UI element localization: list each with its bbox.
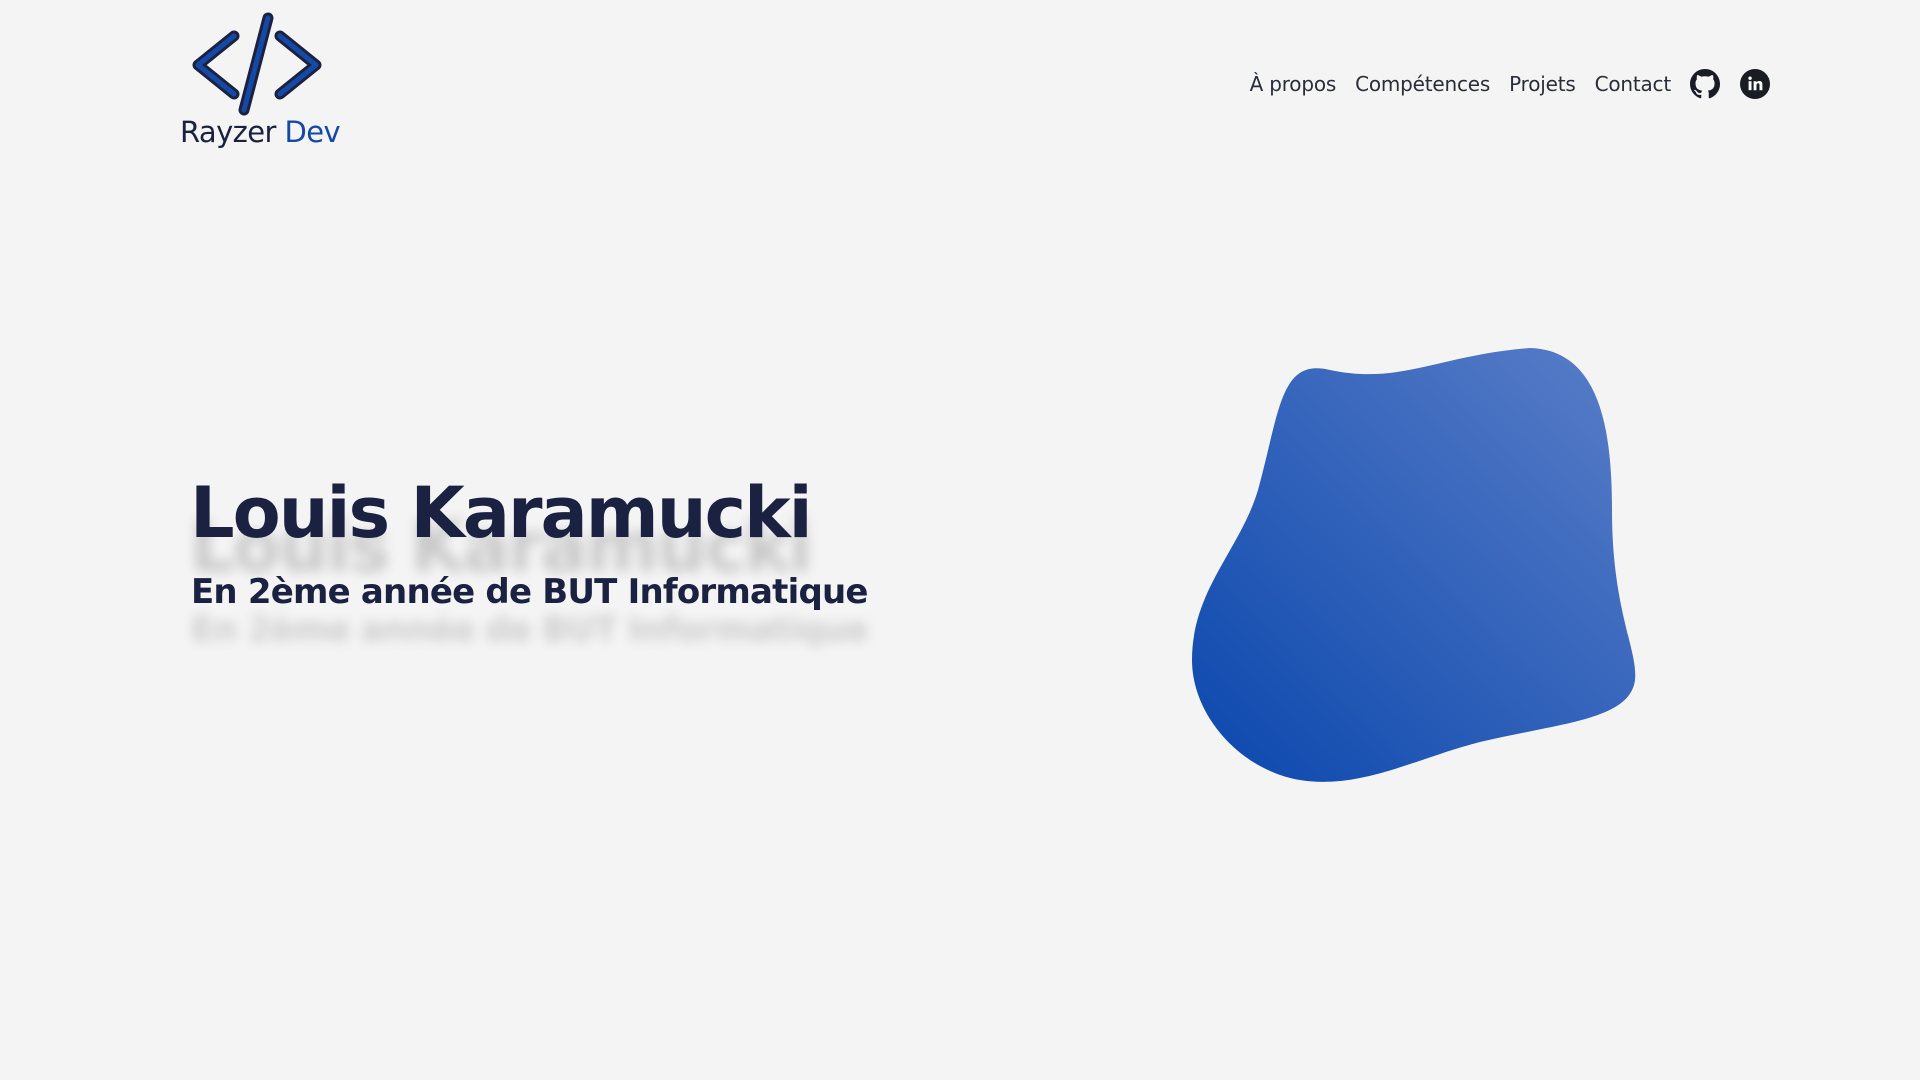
nav-link-projects[interactable]: Projets bbox=[1509, 72, 1576, 96]
logo-name-accent: Dev bbox=[284, 115, 341, 149]
hero-name: Louis Karamucki bbox=[190, 472, 813, 554]
hero-subtitle: En 2ème année de BUT Informatique bbox=[191, 572, 868, 612]
nav-link-skills[interactable]: Compétences bbox=[1355, 72, 1490, 96]
nav-link-about[interactable]: À propos bbox=[1250, 72, 1337, 96]
logo-text: Rayzer Dev bbox=[180, 115, 341, 149]
logo-link[interactable]: Rayzer Dev bbox=[176, 10, 341, 155]
main-nav: À propos Compétences Projets Contact bbox=[1250, 66, 1770, 102]
decorative-blob bbox=[1192, 348, 1636, 782]
nav-link-contact[interactable]: Contact bbox=[1595, 72, 1672, 96]
page: Rayzer Dev À propos Compétences Projets … bbox=[0, 0, 1920, 1080]
linkedin-icon[interactable] bbox=[1740, 69, 1770, 99]
logo-name-main: Rayzer bbox=[180, 115, 276, 149]
github-icon[interactable] bbox=[1690, 69, 1720, 99]
code-brackets-icon bbox=[192, 12, 322, 116]
